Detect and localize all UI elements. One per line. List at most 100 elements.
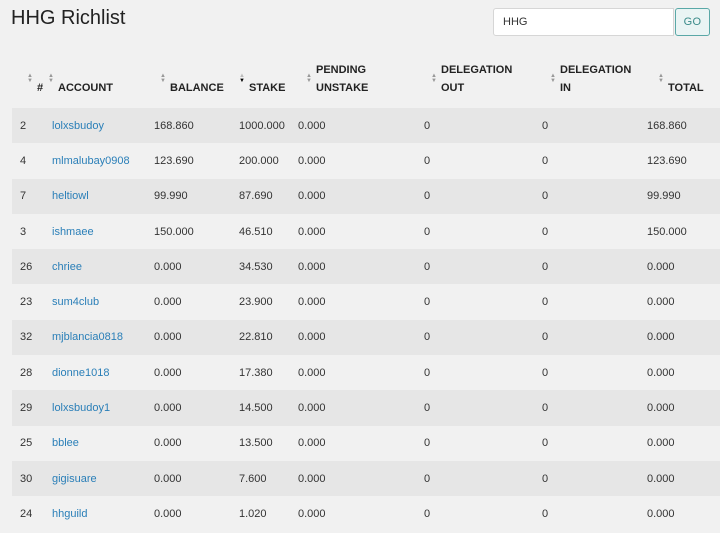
column-header-delegation-out[interactable]: ▲ ▼ DELEGATION OUT [424,60,542,108]
account-link[interactable]: lolxsbudoy [52,108,154,144]
table-row: 25 bblee 0.000 13.500 0.000 0 0 0.000 [12,425,720,461]
table-header: ▲ ▼ # ▲ ▼ ACCOUNT ▲ ▼ BALANCE ▲ ▼ STAKE ▲ ▼ PENDIN… [12,60,720,108]
column-header-label-line1 [668,61,720,79]
cell-pending-unstake: 0.000 [298,496,424,532]
cell-pending-unstake: 0.000 [298,249,424,285]
column-header-label-line2: STAKE [249,82,286,94]
cell-rank: 23 [12,284,52,320]
column-header-label-line2: UNSTAKE [316,82,369,94]
account-link[interactable]: ishmaee [52,213,154,250]
cell-balance: 0.000 [154,460,239,497]
go-button[interactable]: GO [675,8,710,36]
cell-total: 168.860 [647,108,720,144]
account-link[interactable]: dionne1018 [52,355,154,391]
sort-updown-icon[interactable]: ▲ ▼ [550,73,556,84]
cell-total: 0.000 [647,425,720,461]
table-row: 2 lolxsbudoy 168.860 1000.000 0.000 0 0 168.860 [12,108,720,144]
table-row: 26 chriee 0.000 34.530 0.000 0 0 0.000 [12,249,720,285]
cell-total: 99.990 [647,178,720,214]
cell-pending-unstake: 0.000 [298,319,424,356]
cell-stake: 23.900 [239,284,298,320]
cell-pending-unstake: 0.000 [298,390,424,426]
cell-rank: 7 [12,178,52,214]
column-header-account[interactable]: ▲ ▼ ACCOUNT [48,60,154,108]
account-link[interactable]: heltiowl [52,178,154,214]
account-link[interactable]: bblee [52,425,154,461]
cell-delegation-in: 0 [542,143,647,179]
cell-pending-unstake: 0.000 [298,143,424,179]
cell-balance: 0.000 [154,496,239,532]
table-row: 4 mlmalubay0908 123.690 200.000 0.000 0 0 123.6… [12,143,720,179]
cell-stake: 14.500 [239,390,298,426]
cell-total: 0.000 [647,496,720,532]
cell-delegation-in: 0 [542,460,647,497]
cell-stake: 87.690 [239,178,298,214]
column-header-total[interactable]: ▲ ▼ TOTAL [647,60,720,108]
cell-total: 0.000 [647,355,720,391]
sort-updown-icon[interactable]: ▲ ▼ [160,73,166,84]
cell-balance: 123.690 [154,143,239,179]
table-row: 3 ishmaee 150.000 46.510 0.000 0 0 150.000 [12,213,720,250]
column-header-label-line1: DELEGATION [441,64,513,76]
table-row: 30 gigisuare 0.000 7.600 0.000 0 0 0.000 [12,460,720,497]
richlist-table: ▲ ▼ # ▲ ▼ ACCOUNT ▲ ▼ BALANCE ▲ ▼ STAKE ▲ ▼ PENDIN… [12,60,720,532]
column-header-rank[interactable]: ▲ ▼ # [12,60,52,108]
cell-balance: 0.000 [154,355,239,391]
cell-delegation-out: 0 [424,249,542,285]
cell-delegation-in: 0 [542,178,647,214]
column-header-label-line2: IN [560,82,571,94]
cell-total: 0.000 [647,249,720,285]
cell-delegation-out: 0 [424,178,542,214]
column-header-pending-unstake[interactable]: ▲ ▼ PENDING UNSTAKE [298,60,424,108]
cell-delegation-out: 0 [424,319,542,356]
sort-updown-icon[interactable]: ▲ ▼ [306,73,312,84]
cell-total: 0.000 [647,390,720,426]
column-header-label-line2: ACCOUNT [58,82,113,94]
cell-delegation-in: 0 [542,108,647,144]
search-input[interactable] [493,8,674,36]
column-header-label-line2: BALANCE [170,82,224,94]
cell-delegation-out: 0 [424,390,542,426]
cell-total: 123.690 [647,143,720,179]
column-header-balance[interactable]: ▲ ▼ BALANCE [154,60,239,108]
cell-delegation-out: 0 [424,460,542,497]
table-row: 24 hhguild 0.000 1.020 0.000 0 0 0.000 [12,496,720,532]
cell-balance: 0.000 [154,249,239,285]
cell-stake: 34.530 [239,249,298,285]
account-link[interactable]: sum4club [52,284,154,320]
cell-pending-unstake: 0.000 [298,460,424,497]
sort-updown-icon[interactable]: ▲ ▼ [658,73,664,84]
cell-balance: 0.000 [154,319,239,356]
sort-updown-icon[interactable]: ▲ ▼ [27,73,33,84]
cell-stake: 200.000 [239,143,298,179]
sort-desc-icon[interactable]: ▲ ▼ [239,73,245,84]
account-link[interactable]: chriee [52,249,154,285]
column-header-delegation-in[interactable]: ▲ ▼ DELEGATION IN [542,60,647,108]
account-link[interactable]: gigisuare [52,460,154,497]
cell-total: 0.000 [647,284,720,320]
column-header-label-line1 [170,61,239,79]
account-link[interactable]: mlmalubay0908 [52,143,154,179]
sort-updown-icon[interactable]: ▲ ▼ [48,73,54,84]
cell-rank: 26 [12,249,52,285]
search-form: GO [493,8,710,36]
sort-updown-icon[interactable]: ▲ ▼ [431,73,437,84]
cell-stake: 17.380 [239,355,298,391]
column-header-label-line2: TOTAL [668,82,704,94]
cell-delegation-in: 0 [542,213,647,250]
cell-pending-unstake: 0.000 [298,178,424,214]
table-row: 32 mjblancia0818 0.000 22.810 0.000 0 0 0.000 [12,319,720,356]
cell-balance: 0.000 [154,425,239,461]
cell-delegation-in: 0 [542,425,647,461]
cell-stake: 13.500 [239,425,298,461]
cell-delegation-out: 0 [424,284,542,320]
table-row: 23 sum4club 0.000 23.900 0.000 0 0 0.000 [12,284,720,320]
column-header-stake[interactable]: ▲ ▼ STAKE [239,60,298,108]
account-link[interactable]: mjblancia0818 [52,319,154,356]
cell-total: 0.000 [647,319,720,356]
column-header-label-line1 [249,61,298,79]
account-link[interactable]: hhguild [52,496,154,532]
cell-stake: 7.600 [239,460,298,497]
account-link[interactable]: lolxsbudoy1 [52,390,154,426]
cell-stake: 22.810 [239,319,298,356]
